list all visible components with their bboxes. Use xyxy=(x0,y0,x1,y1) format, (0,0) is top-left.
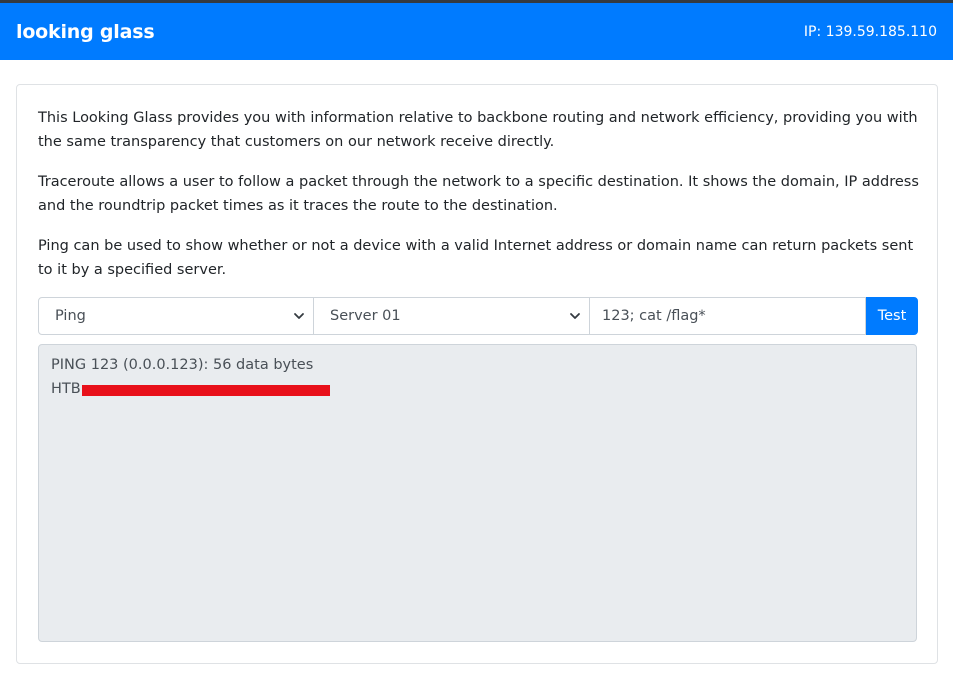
brand-title[interactable]: looking glass xyxy=(16,21,155,43)
output-line: HTB xyxy=(51,377,904,401)
chevron-down-icon xyxy=(570,313,580,319)
ping-paragraph: Ping can be used to show whether or not … xyxy=(38,238,914,278)
server-value: Server 01 xyxy=(330,308,401,324)
traceroute-paragraph: Traceroute allows a user to follow a pac… xyxy=(38,174,919,214)
output-line-text: HTB xyxy=(51,381,81,397)
output-line-text: PING 123 (0.0.0.123): 56 data bytes xyxy=(51,357,314,373)
chevron-down-icon xyxy=(294,313,304,319)
query-form: Ping Server 01 Test xyxy=(38,297,918,335)
server-select[interactable]: Server 01 xyxy=(314,297,590,335)
target-input[interactable] xyxy=(590,297,866,335)
test-type-select[interactable]: Ping xyxy=(38,297,314,335)
test-type-value: Ping xyxy=(55,308,86,324)
intro-paragraph: This Looking Glass provides you with inf… xyxy=(38,110,918,150)
test-button[interactable]: Test xyxy=(866,297,918,335)
main-card: This Looking Glass provides you with inf… xyxy=(16,84,938,664)
navbar: looking glass IP: 139.59.185.110 xyxy=(0,3,953,60)
output-line: PING 123 (0.0.0.123): 56 data bytes xyxy=(51,353,904,377)
output-panel: PING 123 (0.0.0.123): 56 data bytes HTB xyxy=(38,344,917,642)
redaction-bar xyxy=(81,384,330,396)
ip-address: IP: 139.59.185.110 xyxy=(803,23,937,40)
